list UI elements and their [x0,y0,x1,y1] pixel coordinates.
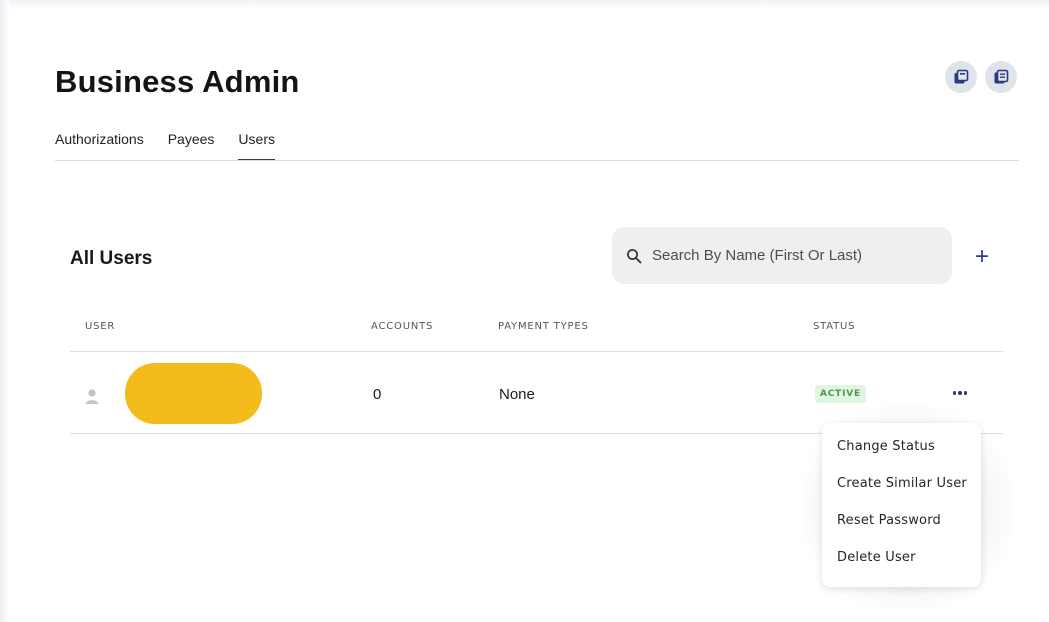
tab-authorizations[interactable]: Authorizations [55,131,144,155]
search-box [612,227,952,284]
header-actions [945,61,1017,93]
row-actions-button[interactable] [947,383,973,403]
column-header-user: USER [85,321,116,332]
more-dot-icon [963,391,968,395]
more-dot-icon [952,391,957,395]
payment-types-cell: None [499,386,535,403]
column-header-accounts: ACCOUNTS [371,321,434,332]
column-header-status: STATUS [813,321,856,332]
export-icon [954,69,969,84]
page-title: Business Admin [55,64,300,99]
tabs-divider [55,160,1019,161]
window-left-shadow [0,0,9,622]
column-header-payment-types: PAYMENT TYPES [498,321,589,332]
tab-users[interactable]: Users [238,131,275,161]
window-top-shadow [0,0,1049,8]
copy-button[interactable] [985,61,1017,93]
user-avatar-icon [85,389,99,404]
section-title: All Users [70,248,153,269]
more-dot-icon [958,391,962,395]
row-actions-menu: Change Status Create Similar User Reset … [822,423,981,587]
tab-payees[interactable]: Payees [168,131,215,155]
copy-icon [994,69,1009,84]
redacted-user-name [125,363,262,424]
add-user-button[interactable]: + [971,245,993,269]
accounts-cell: 0 [373,386,382,403]
menu-item-reset-password[interactable]: Reset Password [822,513,981,550]
search-icon [627,248,642,263]
menu-item-create-similar-user[interactable]: Create Similar User [822,476,981,513]
header-divider [70,351,1003,352]
menu-item-change-status[interactable]: Change Status [822,439,981,476]
tab-bar: Authorizations Payees Users [55,131,275,161]
search-input[interactable] [652,247,942,264]
export-button[interactable] [945,61,977,93]
menu-item-delete-user[interactable]: Delete User [822,550,981,587]
status-badge: ACTIVE [815,385,866,403]
